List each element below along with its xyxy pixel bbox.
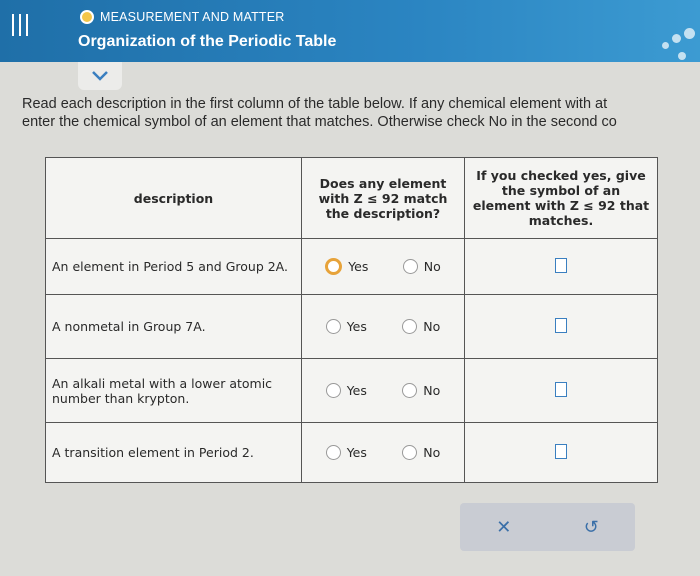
symbol-input[interactable]: [555, 443, 567, 459]
radio-icon: [325, 383, 341, 398]
row-description: A transition element in Period 2.: [45, 422, 302, 483]
instructions-line-1: Read each description in the first colum…: [22, 96, 608, 112]
table-row: A transition element in Period 2. Yes No: [45, 422, 658, 483]
menu-icon[interactable]: [12, 14, 28, 36]
no-label: No: [423, 445, 441, 460]
header-description: description: [45, 157, 302, 239]
instructions: Read each description in the first colum…: [22, 95, 700, 131]
instructions-line-2: enter the chemical symbol of an element …: [22, 114, 617, 130]
no-label: No: [423, 259, 441, 274]
topic: MEASUREMENT AND MATTER: [80, 10, 285, 24]
header: MEASUREMENT AND MATTER Organization of t…: [0, 0, 700, 62]
radio-icon: [402, 259, 418, 274]
yes-radio[interactable]: Yes: [325, 319, 367, 334]
radio-icon: [325, 445, 341, 460]
no-radio[interactable]: No: [402, 445, 440, 460]
topic-status-icon: [80, 10, 94, 24]
row-description: A nonmetal in Group 7A.: [45, 294, 302, 359]
radio-icon: [402, 445, 418, 460]
action-bar: ✕ ↺: [460, 503, 635, 551]
topic-label: MEASUREMENT AND MATTER: [100, 10, 285, 24]
yes-label: Yes: [346, 319, 367, 334]
no-label: No: [423, 319, 441, 334]
header-symbol: If you checked yes, give the symbol of a…: [464, 157, 658, 239]
row-description: An alkali metal with a lower atomic numb…: [45, 358, 302, 423]
radio-icon: [325, 258, 343, 275]
yes-radio[interactable]: Yes: [325, 445, 367, 460]
radio-icon: [402, 319, 418, 334]
answer-table: description Does any element with Z ≤ 92…: [45, 157, 658, 483]
row-description: An element in Period 5 and Group 2A.: [45, 238, 302, 295]
yes-label: Yes: [346, 445, 367, 460]
table-row: An element in Period 5 and Group 2A. Yes…: [45, 238, 658, 295]
no-radio[interactable]: No: [402, 383, 440, 398]
chevron-down-icon: [92, 71, 108, 81]
yes-label: Yes: [346, 383, 367, 398]
header-match: Does any element with Z ≤ 92 match the d…: [301, 157, 465, 239]
symbol-input[interactable]: [555, 257, 567, 273]
no-radio[interactable]: No: [402, 319, 440, 334]
page-title: Organization of the Periodic Table: [78, 33, 337, 50]
collapse-button[interactable]: [78, 62, 122, 90]
radio-icon: [402, 383, 418, 398]
yes-label: Yes: [348, 259, 369, 274]
question-area: Read each description in the first colum…: [0, 90, 700, 576]
table-row: A nonmetal in Group 7A. Yes No: [45, 294, 658, 359]
no-radio[interactable]: No: [402, 259, 441, 274]
symbol-input[interactable]: [555, 381, 567, 397]
undo-button[interactable]: ↺: [584, 517, 599, 538]
table-row: An alkali metal with a lower atomic numb…: [45, 358, 658, 423]
symbol-input[interactable]: [555, 317, 567, 333]
radio-icon: [325, 319, 341, 334]
no-label: No: [423, 383, 441, 398]
yes-radio[interactable]: Yes: [325, 258, 368, 275]
clear-button[interactable]: ✕: [496, 517, 511, 538]
table-header-row: description Does any element with Z ≤ 92…: [45, 157, 658, 239]
yes-radio[interactable]: Yes: [325, 383, 367, 398]
